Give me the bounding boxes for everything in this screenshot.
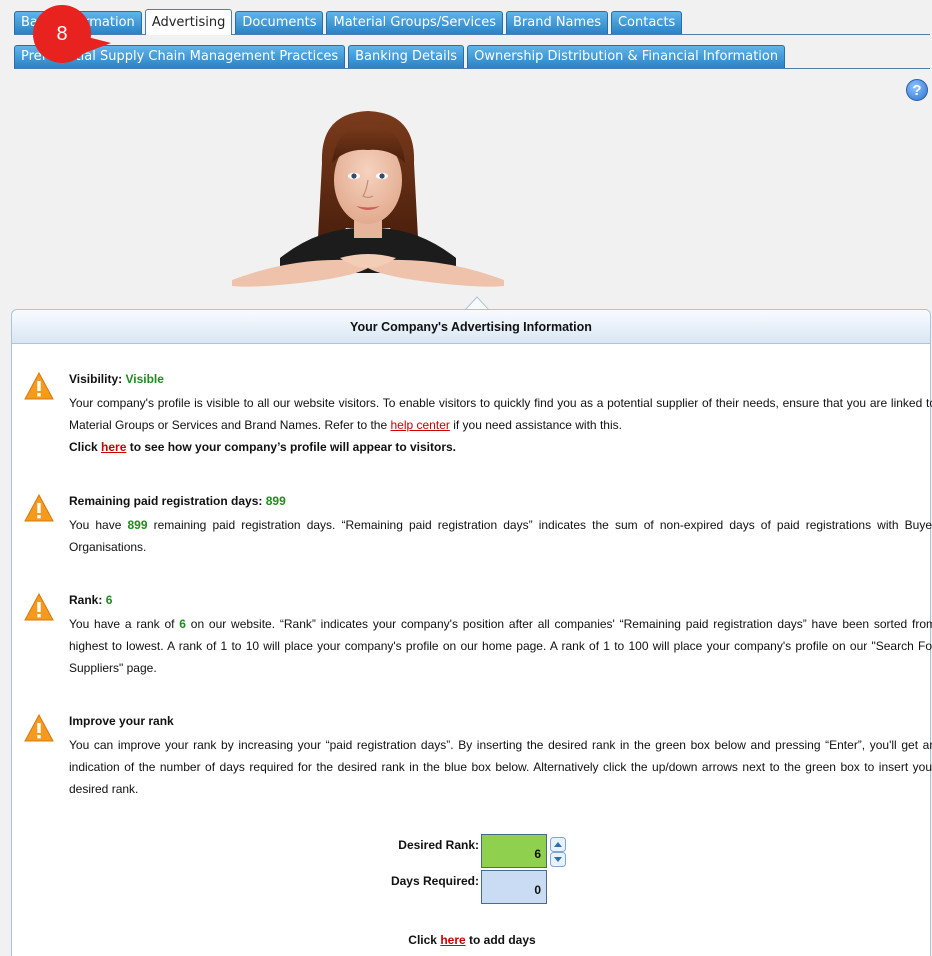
desired-rank-input[interactable]: 6 — [481, 834, 547, 868]
days-required-label: Days Required: — [390, 874, 479, 888]
warning-icon — [24, 714, 54, 742]
warning-icon — [24, 593, 54, 621]
tab-row-1: Basic Information Advertising Documents … — [14, 9, 930, 35]
days-required-output: 0 — [481, 870, 547, 904]
visibility-text: Your company's profile is visible to all… — [69, 396, 932, 454]
add-days-line: Click here to add days — [408, 933, 536, 947]
profile-preview-link[interactable]: here — [101, 440, 126, 454]
warning-icon — [24, 372, 54, 400]
step-number: 8 — [33, 5, 91, 63]
improve-rank-text: You can improve your rank by increasing … — [69, 738, 932, 796]
tab-banking-details[interactable]: Banking Details — [348, 45, 465, 68]
add-days-link[interactable]: here — [440, 933, 465, 947]
tab-documents[interactable]: Documents — [235, 11, 324, 34]
tab-material-groups-services[interactable]: Material Groups/Services — [326, 11, 503, 34]
remaining-days-text: You have 899 remaining paid registration… — [69, 518, 932, 554]
advertising-woman-image — [232, 111, 504, 287]
tab-ownership-financial[interactable]: Ownership Distribution & Financial Infor… — [467, 45, 786, 68]
rank-text: You have a rank of 6 on our website. “Ra… — [69, 617, 932, 675]
rank-section: Rank: 6 You have a rank of 6 on our webs… — [24, 593, 932, 688]
tab-row-2: Preferential Supply Chain Management Pra… — [14, 44, 930, 69]
tab-advertising[interactable]: Advertising — [144, 9, 233, 35]
remaining-days-section: Remaining paid registration days: 899 Yo… — [24, 494, 932, 564]
visibility-title: Visibility: Visible — [69, 372, 164, 386]
improve-rank-title: Improve your rank — [69, 714, 174, 728]
visibility-section: Visibility: Visible Your company's profi… — [24, 372, 932, 467]
help-icon[interactable]: ? — [906, 79, 928, 101]
tab-contacts[interactable]: Contacts — [610, 11, 683, 34]
warning-icon — [24, 494, 54, 522]
improve-rank-section: Improve your rank You can improve your r… — [24, 714, 932, 809]
rank-title: Rank: 6 — [69, 593, 113, 607]
remaining-days-title: Remaining paid registration days: 899 — [69, 494, 286, 508]
advertising-info-panel: Your Company's Advertising Information V… — [11, 309, 932, 956]
step-badge: 8 — [33, 5, 113, 63]
desired-rank-label: Desired Rank: — [398, 838, 479, 852]
help-center-link[interactable]: help center — [390, 418, 449, 432]
rank-spinner[interactable] — [550, 837, 566, 867]
visibility-status: Visible — [125, 372, 164, 386]
tab-brand-names[interactable]: Brand Names — [505, 11, 608, 34]
panel-pointer — [465, 296, 489, 310]
panel-title: Your Company's Advertising Information — [12, 310, 930, 344]
